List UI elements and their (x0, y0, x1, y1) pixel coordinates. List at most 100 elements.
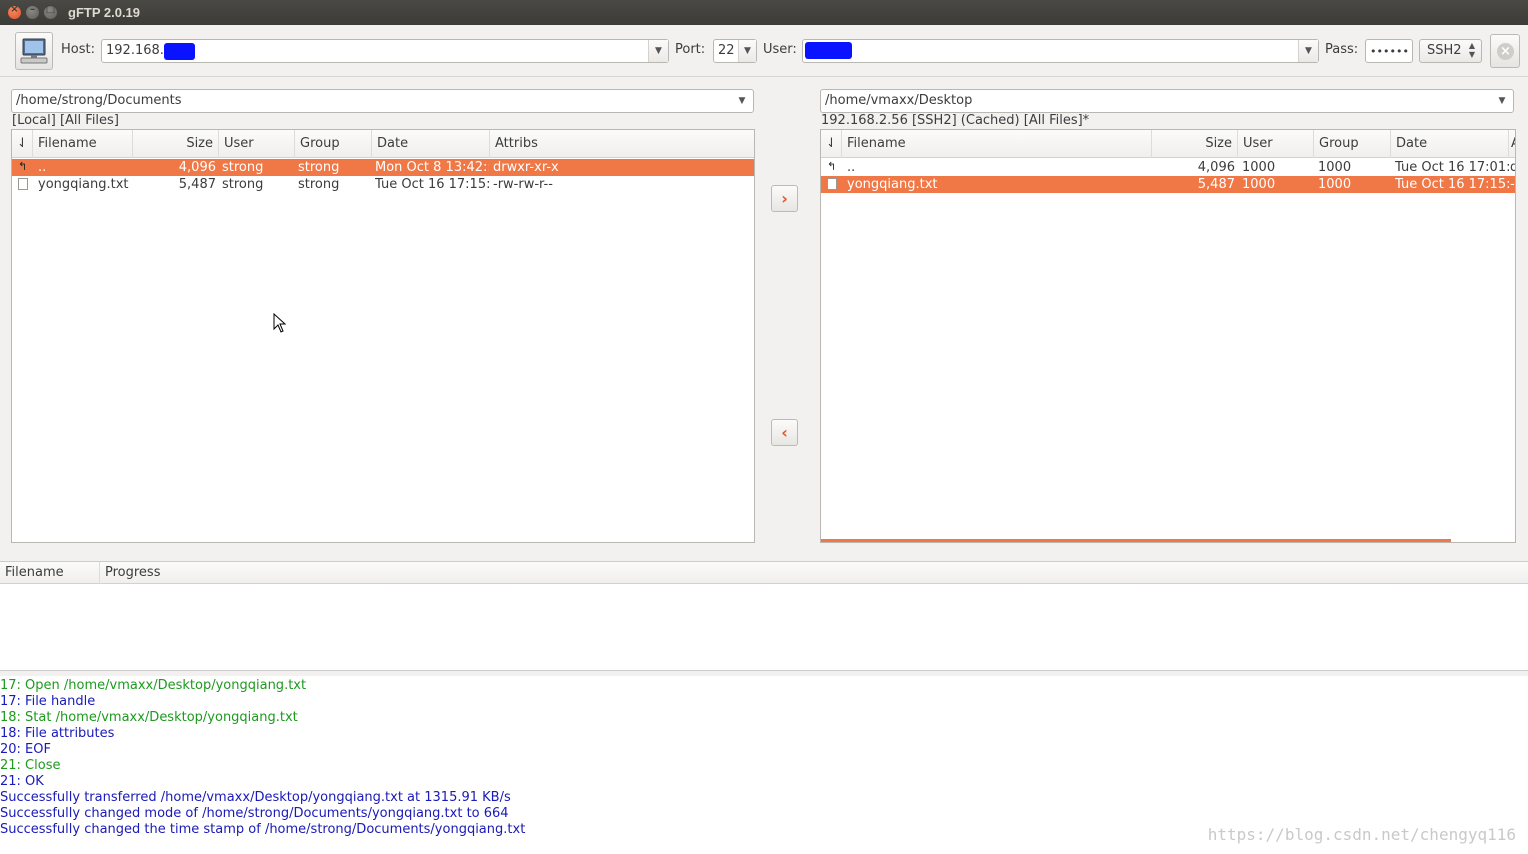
log-line: 20: EOF (0, 742, 51, 757)
toolbar: Host: 192.168. ▼ Port: 22 ▼ User: ▼ Pass… (0, 25, 1528, 77)
host-field[interactable]: 192.168. (106, 43, 164, 58)
row-user: strong (222, 177, 264, 192)
table-row[interactable]: yongqiang.txt 5,487 strong strong Tue Oc… (12, 176, 754, 193)
user-label: User: (763, 42, 797, 57)
disconnect-button[interactable]: × (1490, 34, 1520, 68)
maximize-window-button[interactable]: □ (44, 4, 57, 19)
log-line: Successfully transferred /home/vmaxx/Des… (0, 790, 511, 805)
chevron-down-icon[interactable]: ▼ (648, 40, 668, 62)
row-filename: .. (38, 160, 47, 175)
minimize-window-button[interactable]: – (26, 4, 39, 19)
row-group: 1000 (1318, 160, 1352, 175)
chevron-down-icon[interactable]: ▼ (1491, 90, 1513, 112)
row-user: 1000 (1242, 177, 1276, 192)
sort-icon[interactable]: ⇃ (821, 130, 842, 158)
close-icon: × (10, 4, 19, 15)
log-line: 21: Close (0, 758, 61, 773)
col-user[interactable]: User (219, 130, 295, 158)
col-date[interactable]: Date (372, 130, 490, 158)
maximize-icon: □ (45, 4, 56, 15)
transfer-queue[interactable]: Filename Progress (0, 561, 1528, 671)
chevron-right-icon: › (781, 189, 788, 208)
col-user[interactable]: User (1238, 130, 1314, 158)
col-attribs[interactable]: Attribs (490, 130, 754, 158)
parent-dir-icon: ↰ (827, 160, 837, 173)
host-value-wrap: 192.168. (106, 43, 195, 60)
close-window-button[interactable]: × (8, 4, 21, 19)
col-transfer-progress[interactable]: Progress (100, 562, 1528, 584)
port-label: Port: (675, 42, 706, 57)
remote-file-list[interactable]: ⇃ Filename Size User Group Date A ↰ .. 4… (820, 129, 1516, 543)
mouse-cursor-icon (273, 313, 287, 333)
window-title: gFTP 2.0.19 (68, 5, 141, 20)
col-transfer-filename[interactable]: Filename (0, 562, 100, 584)
log-line: 21: OK (0, 774, 44, 789)
download-button[interactable]: ‹ (771, 419, 798, 446)
row-filename: yongqiang.txt (847, 177, 938, 192)
file-icon (18, 178, 28, 190)
col-attribs[interactable]: A (1509, 130, 1515, 158)
row-date: Tue Oct 16 17:15:2 (1395, 177, 1509, 192)
log-line: Successfully changed mode of /home/stron… (0, 806, 509, 821)
port-combo[interactable]: 22 ▼ (713, 39, 757, 63)
user-combo[interactable]: ▼ (802, 39, 1319, 63)
col-group[interactable]: Group (1314, 130, 1391, 158)
protocol-select[interactable]: SSH2 ▲ ▼ (1419, 39, 1482, 63)
local-file-list[interactable]: ⇃ Filename Size User Group Date Attribs … (11, 129, 755, 543)
row-group: strong (298, 160, 340, 175)
spin-icon: ▲ ▼ (1468, 41, 1475, 59)
col-filename[interactable]: Filename (842, 130, 1152, 158)
col-size[interactable]: Size (1152, 130, 1238, 158)
sort-icon[interactable]: ⇃ (12, 130, 33, 158)
remote-progress-underline (821, 539, 1451, 542)
table-row[interactable]: ↰ .. 4,096 1000 1000 Tue Oct 16 17:01:0 … (821, 159, 1515, 176)
port-field[interactable]: 22 (718, 43, 735, 58)
local-path[interactable]: /home/strong/Documents (16, 93, 182, 108)
parent-dir-icon: ↰ (18, 160, 28, 173)
redaction-mask (163, 43, 195, 60)
password-field[interactable]: •••••• (1365, 39, 1413, 63)
row-date: Tue Oct 16 17:01:0 (1395, 160, 1509, 175)
local-list-header: ⇃ Filename Size User Group Date Attribs (12, 130, 754, 158)
table-row[interactable]: yongqiang.txt 5,487 1000 1000 Tue Oct 16… (821, 176, 1515, 193)
redaction-mask (805, 42, 852, 59)
connect-button[interactable] (15, 32, 53, 70)
computer-icon (20, 38, 48, 64)
row-user: strong (222, 160, 264, 175)
col-date[interactable]: Date (1391, 130, 1509, 158)
password-value: •••••• (1370, 45, 1409, 58)
upload-button[interactable]: › (771, 185, 798, 212)
local-status: [Local] [All Files] (12, 113, 119, 128)
host-combo[interactable]: 192.168. ▼ (101, 39, 669, 63)
row-attribs: drwxr-xr-x (493, 160, 559, 175)
protocol-value: SSH2 (1427, 43, 1462, 58)
row-size: 4,096 (1197, 160, 1235, 175)
remote-path-combo[interactable]: /home/vmaxx/Desktop ▼ (820, 89, 1514, 113)
row-filename: .. (847, 160, 856, 175)
host-label: Host: (61, 42, 95, 57)
close-circle-icon: × (1497, 43, 1514, 60)
remote-list-header: ⇃ Filename Size User Group Date A (821, 130, 1515, 158)
file-icon (827, 178, 837, 190)
log-panel[interactable]: 17: Open /home/vmaxx/Desktop/yongqiang.t… (0, 676, 1528, 854)
row-size: 5,487 (178, 177, 216, 192)
local-path-combo[interactable]: /home/strong/Documents ▼ (11, 89, 754, 113)
row-group: 1000 (1318, 177, 1352, 192)
col-size[interactable]: Size (133, 130, 219, 158)
remote-path[interactable]: /home/vmaxx/Desktop (825, 93, 972, 108)
chevron-down-icon[interactable]: ▼ (731, 90, 753, 112)
watermark: https://blog.csdn.net/chengyq116 (1207, 825, 1516, 844)
row-attribs: - (1510, 177, 1515, 192)
col-group[interactable]: Group (295, 130, 372, 158)
row-date: Mon Oct 8 13:42:: (375, 160, 489, 175)
log-line: 17: File handle (0, 694, 96, 709)
transfer-header: Filename Progress (0, 562, 1528, 584)
row-user: 1000 (1242, 160, 1276, 175)
chevron-down-icon[interactable]: ▼ (1298, 40, 1318, 62)
log-line: 18: Stat /home/vmaxx/Desktop/yongqiang.t… (0, 710, 298, 725)
col-filename[interactable]: Filename (33, 130, 133, 158)
table-row[interactable]: ↰ .. 4,096 strong strong Mon Oct 8 13:42… (12, 159, 754, 176)
row-group: strong (298, 177, 340, 192)
chevron-left-icon: ‹ (781, 423, 788, 442)
chevron-down-icon[interactable]: ▼ (738, 40, 756, 62)
